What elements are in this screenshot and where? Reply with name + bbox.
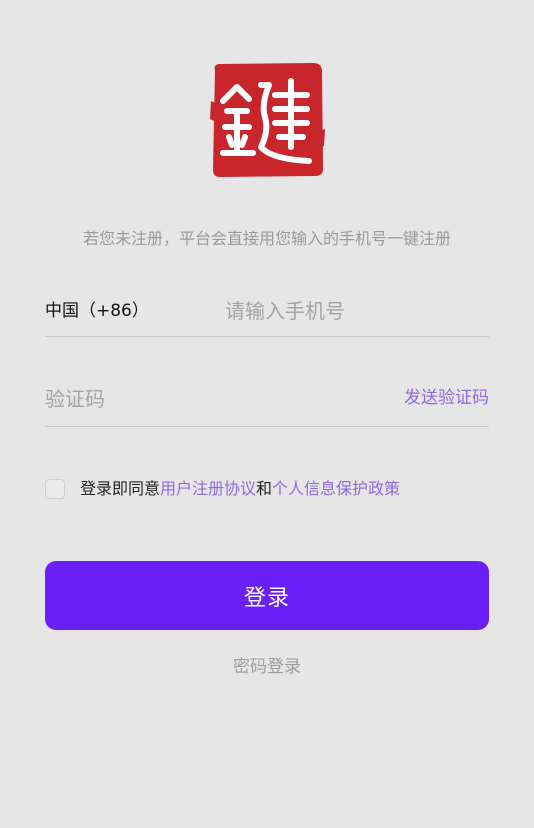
phone-row: 中国（+86） [45, 290, 489, 337]
seal-logo-icon [210, 63, 325, 177]
verification-code-input[interactable] [45, 382, 345, 416]
phone-input[interactable] [225, 294, 485, 328]
user-agreement-link[interactable]: 用户注册协议 [160, 478, 256, 500]
agreement-checkbox[interactable] [45, 479, 65, 499]
code-row: 发送验证码 [45, 378, 489, 427]
send-code-button[interactable]: 发送验证码 [404, 387, 489, 409]
privacy-policy-link[interactable]: 个人信息保护政策 [272, 478, 400, 500]
login-button[interactable]: 登录 [45, 561, 489, 630]
country-code-selector[interactable]: 中国（+86） [45, 300, 149, 322]
agreement-prefix: 登录即同意 [80, 479, 161, 498]
login-page: 若您未注册，平台会直接用您输入的手机号一键注册 中国（+86） 发送验证码 登录… [0, 0, 534, 828]
register-hint: 若您未注册，平台会直接用您输入的手机号一键注册 [82, 229, 451, 248]
password-login-link[interactable]: 密码登录 [0, 656, 534, 678]
agreement-row: 登录即同意 用户注册协议 和 个人信息保护政策 [45, 477, 400, 501]
agreement-conjunction: 和 [256, 479, 273, 498]
app-logo [209, 61, 325, 179]
